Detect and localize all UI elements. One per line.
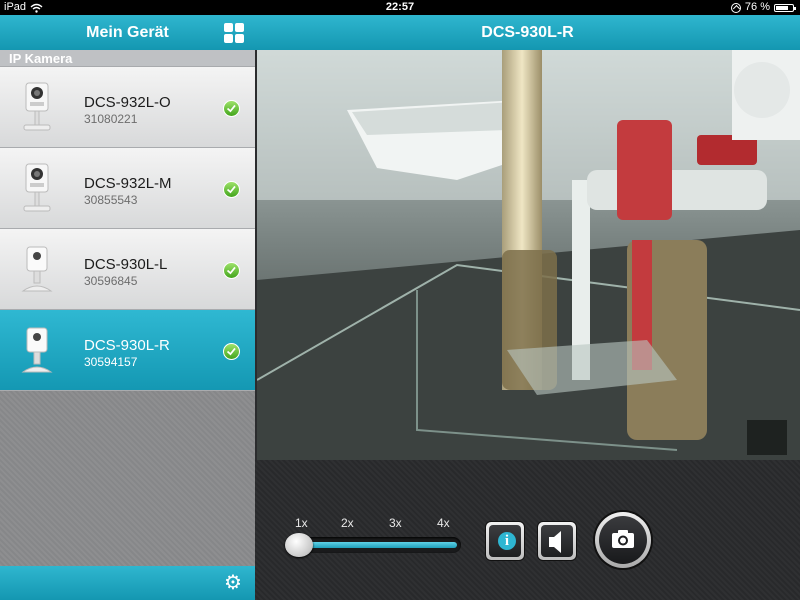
sidebar-title: Mein Gerät bbox=[86, 24, 169, 41]
sidebar-header: Mein Gerät bbox=[0, 15, 255, 50]
battery-icon bbox=[774, 3, 796, 12]
zoom-label: 4x bbox=[437, 516, 450, 530]
zoom-label: 3x bbox=[389, 516, 402, 530]
camera-name: DCS-930L-L bbox=[84, 256, 168, 273]
camera-thumbnail-icon bbox=[21, 327, 53, 373]
zoom-label: 2x bbox=[341, 516, 354, 530]
zoom-label: 1x bbox=[295, 516, 308, 530]
zoom-slider-handle[interactable] bbox=[285, 533, 313, 557]
camera-item[interactable]: DCS-932L-M 30855543 bbox=[0, 148, 255, 229]
camera-thumbnail-icon bbox=[23, 163, 51, 212]
camera-name: DCS-932L-O bbox=[84, 94, 171, 111]
status-time: 22:57 bbox=[385, 1, 415, 13]
sidebar-footer: ⚙ bbox=[0, 566, 255, 600]
camera-thumbnail-icon bbox=[23, 82, 51, 131]
speaker-icon bbox=[549, 531, 561, 553]
zoom-level-labels: 1x 2x 3x 4x bbox=[295, 516, 455, 530]
snapshot-button[interactable] bbox=[595, 512, 651, 568]
zoom-slider-fill bbox=[289, 542, 457, 548]
check-icon bbox=[223, 343, 240, 360]
check-icon bbox=[223, 181, 240, 198]
section-header: IP Kamera bbox=[0, 50, 255, 67]
video-frame-image bbox=[257, 50, 800, 460]
gear-icon[interactable]: ⚙ bbox=[223, 573, 243, 593]
audio-button[interactable] bbox=[537, 521, 577, 561]
viewer-title: DCS-930L-R bbox=[481, 24, 574, 41]
camera-id: 30855543 bbox=[84, 193, 138, 207]
info-icon: i bbox=[498, 532, 516, 550]
camera-item[interactable]: DCS-932L-O 31080221 bbox=[0, 67, 255, 148]
camera-id: 30596845 bbox=[84, 274, 138, 288]
camera-icon bbox=[612, 530, 634, 548]
status-bar: iPad 22:57 76 % bbox=[0, 0, 800, 15]
camera-item-selected[interactable]: DCS-930L-R 30594157 bbox=[0, 310, 255, 391]
control-panel: 1x 2x 3x 4x i bbox=[255, 460, 800, 600]
camera-viewer: DCS-930L-R 1x 2x 3x 4x i bbox=[255, 15, 800, 600]
camera-thumbnail-icon bbox=[21, 246, 53, 292]
camera-name: DCS-930L-R bbox=[84, 337, 170, 354]
viewer-header: DCS-930L-R bbox=[255, 15, 800, 50]
check-icon bbox=[223, 262, 240, 279]
info-button[interactable]: i bbox=[485, 521, 525, 561]
rotation-lock-icon bbox=[730, 2, 741, 13]
camera-name: DCS-932L-M bbox=[84, 175, 172, 192]
camera-id: 30594157 bbox=[84, 355, 138, 369]
live-video-feed[interactable] bbox=[257, 50, 800, 460]
grid-icon[interactable] bbox=[224, 23, 244, 43]
device-sidebar: Mein Gerät IP Kamera DCS-932L-O 31080221 bbox=[0, 15, 255, 600]
battery-fill bbox=[776, 5, 789, 10]
camera-item[interactable]: DCS-930L-L 30596845 bbox=[0, 229, 255, 310]
battery-percent: 76 % bbox=[744, 1, 770, 13]
camera-id: 31080221 bbox=[84, 112, 138, 126]
camera-list: DCS-932L-O 31080221 DCS-932L-M 30855543 bbox=[0, 67, 255, 391]
check-icon bbox=[223, 100, 240, 117]
